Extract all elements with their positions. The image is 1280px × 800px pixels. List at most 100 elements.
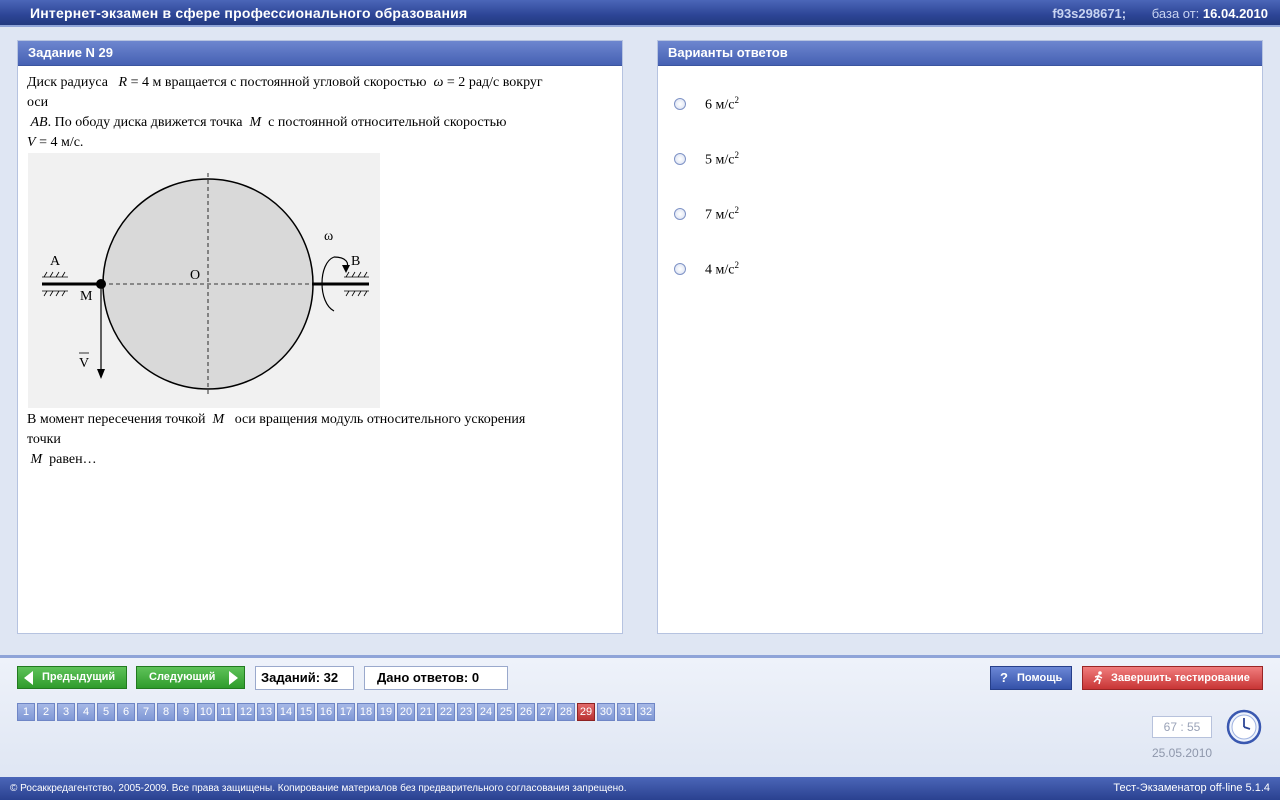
q-text-3: рад/с вокруг xyxy=(468,75,543,90)
next-button-label: Следующий xyxy=(149,671,216,683)
session-id: f93s298671; xyxy=(1052,6,1127,21)
copyright: © Росаккредагентство, 2005-2009. Все пра… xyxy=(10,783,627,794)
q2-var-m2: M xyxy=(30,452,43,467)
page-button-12[interactable]: 12 xyxy=(237,703,255,721)
page-button-16[interactable]: 16 xyxy=(317,703,335,721)
page-button-2[interactable]: 2 xyxy=(37,703,55,721)
page-button-22[interactable]: 22 xyxy=(437,703,455,721)
label-b: B xyxy=(351,254,360,269)
task-header: Задание N 29 xyxy=(18,41,622,66)
page-button-27[interactable]: 27 xyxy=(537,703,555,721)
answer-radio-1[interactable] xyxy=(674,98,686,110)
answer-text-1: 6 м/с2 xyxy=(705,95,739,113)
app-title: Интернет-экзамен в сфере профессионально… xyxy=(30,5,468,21)
page-button-14[interactable]: 14 xyxy=(277,703,295,721)
answer-text-4: 4 м/с2 xyxy=(705,260,739,278)
page-button-8[interactable]: 8 xyxy=(157,703,175,721)
page-button-1[interactable]: 1 xyxy=(17,703,35,721)
page-button-11[interactable]: 11 xyxy=(217,703,235,721)
q-var-omega: ω xyxy=(433,75,444,90)
arrow-right-icon xyxy=(229,671,238,685)
page-button-5[interactable]: 5 xyxy=(97,703,115,721)
running-man-icon xyxy=(1093,671,1103,685)
page-button-24[interactable]: 24 xyxy=(477,703,495,721)
q-text-1: Диск радиуса xyxy=(27,75,108,90)
page-button-3[interactable]: 3 xyxy=(57,703,75,721)
label-a: A xyxy=(50,254,61,269)
answers-panel: Варианты ответов 6 м/с2 5 м/с2 7 м/с2 4 … xyxy=(657,40,1263,634)
q-var-m: M xyxy=(249,115,262,130)
question-icon: ? xyxy=(1000,670,1008,685)
page-button-25[interactable]: 25 xyxy=(497,703,515,721)
disk-figure: A B O M V ω xyxy=(28,153,380,408)
page-button-10[interactable]: 10 xyxy=(197,703,215,721)
velocity-arrowhead xyxy=(97,369,105,379)
next-button[interactable]: Следующий xyxy=(136,666,245,689)
page-button-28[interactable]: 28 xyxy=(557,703,575,721)
session-date: 25.05.2010 xyxy=(1152,746,1213,760)
bottom-bar: Предыдущий Следующий Заданий: 32 Дано от… xyxy=(0,655,1280,778)
db-label: база от: xyxy=(1151,6,1200,21)
prev-button[interactable]: Предыдущий xyxy=(17,666,127,689)
q2-text-2: оси вращения модуль относительного ускор… xyxy=(234,412,526,427)
page-button-6[interactable]: 6 xyxy=(117,703,135,721)
label-omega: ω xyxy=(324,229,333,244)
title-bar: Интернет-экзамен в сфере профессионально… xyxy=(0,0,1280,27)
page-button-32[interactable]: 32 xyxy=(637,703,655,721)
answer-radio-2[interactable] xyxy=(674,153,686,165)
page-button-4[interactable]: 4 xyxy=(77,703,95,721)
page-button-21[interactable]: 21 xyxy=(417,703,435,721)
q2-text-1: В момент пересечения точкой xyxy=(27,412,206,427)
q2-text-4: равен… xyxy=(49,452,97,467)
footer: © Росаккредагентство, 2005-2009. Все пра… xyxy=(0,777,1280,800)
label-o: O xyxy=(190,268,200,283)
q-omega-eq: = 2 xyxy=(446,75,466,90)
answered-count: Дано ответов: 0 xyxy=(364,666,508,690)
page-button-20[interactable]: 20 xyxy=(397,703,415,721)
timer-display: 67 : 55 xyxy=(1152,716,1212,738)
q-var-v: V xyxy=(27,135,36,150)
clock-icon xyxy=(1226,709,1262,745)
page-button-23[interactable]: 23 xyxy=(457,703,475,721)
db-date: 16.04.2010 xyxy=(1202,6,1268,21)
q-r-eq: = 4 xyxy=(130,75,149,90)
answer-text-3: 7 м/с2 xyxy=(705,205,739,223)
page-button-29[interactable]: 29 xyxy=(577,703,595,721)
answer-radio-4[interactable] xyxy=(674,263,686,275)
page-button-13[interactable]: 13 xyxy=(257,703,275,721)
task-panel: Задание N 29 Диск радиуса R = 4 м вращае… xyxy=(17,40,623,634)
title-info: f93s298671; база от: 16.04.2010 xyxy=(1052,6,1268,21)
page-button-18[interactable]: 18 xyxy=(357,703,375,721)
q-var-r: R xyxy=(118,75,128,90)
q-text-2: м вращается с постоянной угловой скорост… xyxy=(152,75,427,90)
disk-diagram: A B O M V ω xyxy=(42,173,369,396)
q-text-4: оси xyxy=(27,95,49,110)
help-button[interactable]: ? Помощь xyxy=(990,666,1072,690)
arrow-left-icon xyxy=(24,671,33,685)
page-button-30[interactable]: 30 xyxy=(597,703,615,721)
page-button-9[interactable]: 9 xyxy=(177,703,195,721)
page-button-19[interactable]: 19 xyxy=(377,703,395,721)
app-version: Тест-Экзаменатор off-line 5.1.4 xyxy=(1113,782,1270,794)
finish-button[interactable]: Завершить тестирование xyxy=(1082,666,1263,690)
q-v-eq: = 4 м/с. xyxy=(39,135,84,150)
q2-text-3: точки xyxy=(27,432,61,447)
label-m: M xyxy=(80,289,93,304)
rotation-arrowhead xyxy=(342,265,350,273)
answers-header: Варианты ответов xyxy=(658,41,1262,66)
page-button-31[interactable]: 31 xyxy=(617,703,635,721)
answer-radio-3[interactable] xyxy=(674,208,686,220)
question-text: Диск радиуса R = 4 м вращается с постоян… xyxy=(27,73,612,153)
page-button-7[interactable]: 7 xyxy=(137,703,155,721)
page-button-15[interactable]: 15 xyxy=(297,703,315,721)
prev-button-label: Предыдущий xyxy=(42,671,116,683)
page-button-17[interactable]: 17 xyxy=(337,703,355,721)
question-text-2: В момент пересечения точкой M оси вращен… xyxy=(27,410,612,470)
q-text-5: . По ободу диска движется точка xyxy=(47,115,243,130)
tasks-count: Заданий: 32 xyxy=(255,666,354,690)
finish-button-label: Завершить тестирование xyxy=(1111,672,1250,684)
label-v: V xyxy=(79,356,89,371)
page-button-26[interactable]: 26 xyxy=(517,703,535,721)
q2-var-m: M xyxy=(212,412,225,427)
help-button-label: Помощь xyxy=(1017,672,1063,684)
